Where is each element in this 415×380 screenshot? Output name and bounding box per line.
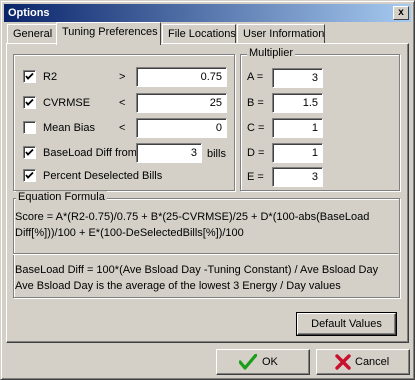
cvrmse-checkbox[interactable] bbox=[23, 96, 36, 109]
multiplier-title: Multiplier bbox=[247, 47, 296, 59]
tab-tuning-preferences-label: Tuning Preferences bbox=[62, 26, 158, 38]
percent-deselected-label: Percent Deselected Bills bbox=[43, 170, 163, 182]
mean-bias-checkbox[interactable] bbox=[23, 121, 36, 134]
equation-formula-line-1: Score = A*(R2-0.75)/0.75 + B*(25-CVRMSE)… bbox=[15, 211, 370, 223]
cancel-label: Cancel bbox=[355, 356, 390, 368]
multiplier-a-label: A = bbox=[247, 71, 264, 83]
equation-title: Equation Formula bbox=[16, 191, 107, 203]
multiplier-c-input[interactable]: 1 bbox=[272, 118, 323, 138]
equation-formula-line-2: Diff[%]))/100 + E*(100-DeSelectedBills[%… bbox=[15, 227, 244, 239]
checkmark-icon bbox=[25, 171, 34, 179]
cancel-button[interactable]: Cancel bbox=[316, 349, 410, 375]
multiplier-a-input[interactable]: 3 bbox=[272, 68, 323, 88]
multiplier-e-input[interactable]: 3 bbox=[272, 167, 323, 187]
close-icon: x bbox=[398, 7, 404, 18]
r2-label: R2 bbox=[43, 71, 58, 83]
mean-bias-operator: < bbox=[119, 122, 126, 134]
default-values-label: Default Values bbox=[311, 318, 382, 330]
title-bar[interactable]: Options x bbox=[4, 4, 411, 22]
tab-user-information[interactable]: User Information bbox=[237, 24, 325, 44]
cross-icon bbox=[335, 354, 351, 370]
cvrmse-operator: < bbox=[119, 97, 126, 109]
percent-deselected-checkbox[interactable] bbox=[23, 169, 36, 182]
r2-checkbox[interactable] bbox=[23, 70, 36, 83]
tab-general-label: General bbox=[13, 28, 53, 40]
baseload-label: BaseLoad Diff from bbox=[43, 147, 137, 159]
checkmark-icon bbox=[25, 98, 34, 106]
multiplier-b-label: B = bbox=[247, 97, 264, 109]
checkmark-icon bbox=[25, 148, 34, 156]
equation-divider bbox=[13, 253, 398, 255]
tab-general[interactable]: General bbox=[7, 24, 57, 44]
ok-button[interactable]: OK bbox=[216, 349, 310, 375]
baseload-definition: BaseLoad Diff = 100*(Ave Bsload Day -Tun… bbox=[15, 264, 379, 276]
cvrmse-label: CVRMSE bbox=[43, 97, 91, 109]
multiplier-e-label: E = bbox=[247, 171, 264, 183]
options-dialog: Options x General Tuning Preferences Fil… bbox=[0, 0, 415, 380]
r2-operator: > bbox=[119, 71, 126, 83]
checkmark-icon bbox=[239, 354, 257, 370]
r2-threshold-input[interactable]: 0.75 bbox=[136, 67, 227, 87]
mean-bias-threshold-input[interactable]: 0 bbox=[136, 118, 227, 138]
window-title: Options bbox=[8, 7, 50, 19]
tab-tuning-preferences[interactable]: Tuning Preferences bbox=[56, 22, 161, 45]
default-values-button[interactable]: Default Values bbox=[296, 312, 397, 336]
multiplier-b-input[interactable]: 1.5 bbox=[272, 93, 323, 113]
cvrmse-threshold-input[interactable]: 25 bbox=[136, 93, 227, 113]
multiplier-d-input[interactable]: 1 bbox=[272, 143, 323, 163]
multiplier-d-label: D = bbox=[247, 147, 265, 159]
close-button[interactable]: x bbox=[393, 6, 409, 20]
ok-label: OK bbox=[262, 356, 278, 368]
baseload-unit: bills bbox=[207, 148, 226, 160]
tab-user-information-label: User Information bbox=[243, 28, 325, 40]
multiplier-c-label: C = bbox=[247, 122, 265, 134]
baseload-checkbox[interactable] bbox=[23, 146, 36, 159]
checkmark-icon bbox=[25, 72, 34, 80]
average-definition: Ave Bsload Day is the average of the low… bbox=[15, 280, 341, 292]
tab-file-locations-label: File Locations bbox=[168, 28, 236, 40]
baseload-bills-input[interactable]: 3 bbox=[136, 143, 202, 163]
mean-bias-label: Mean Bias bbox=[43, 122, 95, 134]
tab-file-locations[interactable]: File Locations bbox=[162, 24, 236, 44]
